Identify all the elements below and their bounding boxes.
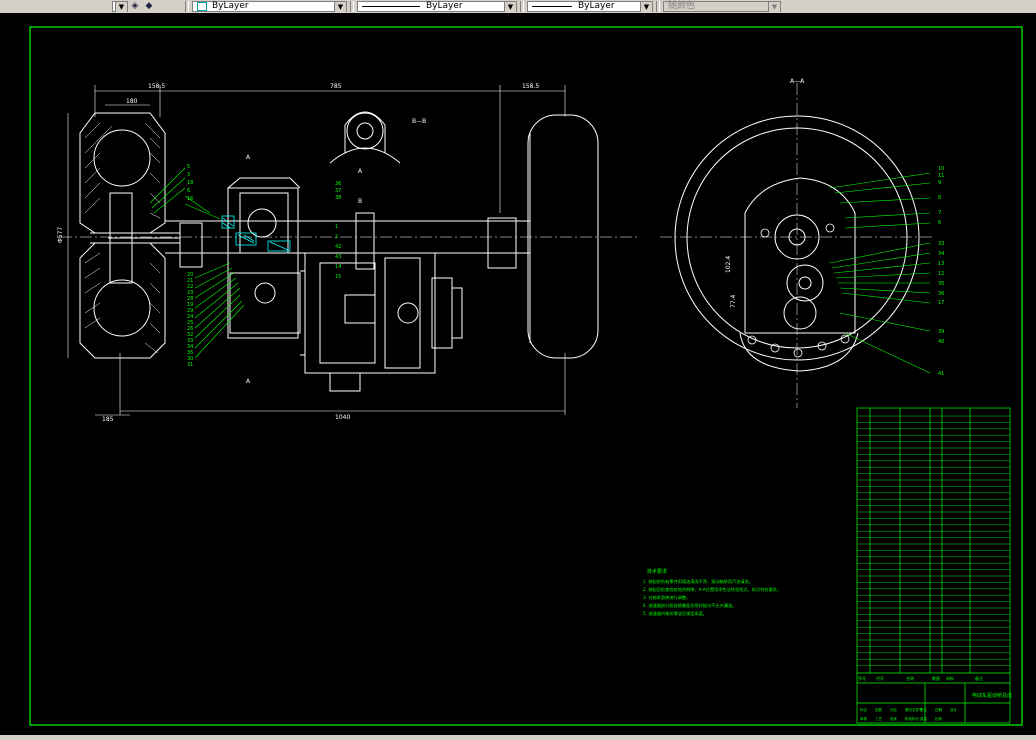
title-block-label: 工艺 (875, 716, 883, 721)
chevron-down-icon: ▼ (334, 1, 346, 12)
part-balloon: 3 (187, 172, 190, 178)
dim-right-wheel-width: 158.5 (522, 83, 539, 90)
title-block-label: 审核 (860, 716, 868, 721)
part-balloon: 35 (938, 281, 944, 287)
lineweight-dropdown[interactable]: ByLayer ▼ (527, 0, 653, 12)
note-line: 3. 对轴承游隙进行调整。 (643, 594, 690, 601)
note-line: 2. 装配后检查齿轮啮合侧隙，A-A位置用涂色法检验斑点，斑点符合要求。 (643, 586, 781, 593)
part-balloon: 17 (938, 300, 944, 306)
layer-manager-icon[interactable]: ◈ (128, 1, 142, 12)
title-block-label: 处数 (875, 707, 883, 712)
part-balloon: 36 (938, 291, 944, 297)
toolbar-left-cluster: ▼ ◈ ◆ (112, 0, 156, 12)
title-block-label: 阶段标记 (905, 716, 919, 721)
title-block-label: 设计 (950, 707, 958, 712)
part-balloon: 41 (938, 371, 944, 377)
note-line: 1. 装配前所有零件用煤油清洗干净，滚动轴承用汽油清洗。 (643, 578, 753, 585)
part-balloon: 2 (335, 234, 338, 240)
layer-previous-icon[interactable]: ◆ (142, 1, 156, 12)
properties-toolbar: ▼ ◈ ◆ ByLayer ▼ ByLayer ▼ ByLayer ▼ 随颜色 … (0, 0, 1036, 14)
plotstyle-dropdown-value: 随颜色 (668, 1, 696, 11)
toolbar-separator (350, 0, 354, 12)
label-view-bb: B—B (412, 118, 426, 125)
part-balloon: 10 (938, 166, 944, 172)
linetype-dropdown[interactable]: ByLayer ▼ (357, 0, 517, 12)
part-balloon: 6 (938, 220, 941, 226)
dim-total-width: 1040 (335, 414, 350, 421)
part-balloon: 9 (938, 180, 941, 186)
table-header-cell: 材料 (946, 675, 954, 681)
toolbar-separator (520, 0, 524, 12)
part-balloon: 13 (938, 261, 944, 267)
part-balloon: 7 (938, 210, 941, 216)
part-balloon: 15 (335, 274, 341, 280)
dim-axle-span: 785 (330, 83, 342, 90)
part-balloon: 18 (187, 180, 193, 186)
title-block-label: 标记 (860, 707, 868, 712)
part-balloon: 33 (938, 241, 944, 247)
dim-inner-width: 180 (126, 98, 138, 105)
chevron-down-icon: ▼ (640, 1, 652, 12)
title-block-label: 签名 (920, 707, 927, 712)
part-balloon: 38 (335, 195, 341, 201)
part-balloon: 6 (187, 188, 190, 194)
notes-title: 技术要求 (647, 568, 667, 575)
label-mark-b: B (358, 198, 362, 205)
linetype-sample-icon (362, 5, 420, 7)
color-swatch-icon (197, 1, 207, 11)
title-block-label: 比例 (935, 716, 943, 721)
title-block-label: 分区 (890, 707, 898, 712)
part-balloon: 14 (335, 264, 341, 270)
label-view-aa: A—A (790, 78, 805, 85)
color-dropdown[interactable]: ByLayer ▼ (192, 0, 347, 12)
part-balloon: 39 (938, 329, 944, 335)
part-balloon: 36 (335, 181, 341, 187)
table-header-cell: 序号 (858, 675, 866, 681)
part-balloon: 43 (335, 254, 341, 260)
part-balloon: 1 (335, 224, 338, 230)
part-balloon: 31 (187, 362, 193, 368)
dim-section-1: 102.4 (725, 256, 732, 273)
part-balloon: 16 (187, 196, 193, 202)
title-block-label: 日期 (935, 707, 943, 712)
toolbar-separator (185, 0, 189, 12)
dim-wheel-diameter: Φ577 (57, 227, 64, 243)
dim-left-wheel-width: 158.5 (148, 83, 165, 90)
table-header-cell: 代号 (876, 675, 884, 681)
toolbar-properties-cluster: ByLayer ▼ ByLayer ▼ ByLayer ▼ 随颜色 ▼ (182, 0, 781, 12)
table-header-cell: 名称 (906, 675, 914, 681)
dim-left-offset: 185 (102, 416, 114, 423)
plotstyle-dropdown[interactable]: 随颜色 ▼ (663, 0, 781, 12)
part-balloon: 12 (938, 271, 944, 277)
status-strip (0, 735, 1036, 740)
title-block-label: 批准 (890, 716, 898, 721)
linetype-dropdown-value: ByLayer (426, 1, 463, 11)
lineweight-dropdown-value: ByLayer (578, 1, 615, 11)
part-balloon: 34 (938, 251, 944, 257)
part-balloon: 11 (938, 173, 944, 179)
chevron-down-icon: ▼ (115, 1, 127, 12)
part-balloon: 5 (187, 164, 190, 170)
note-line: 5. 减速器内装润滑油至规定高度。 (643, 610, 707, 617)
drawing-canvas[interactable]: Φ577 B—B A A A B 158.5 785 158.5 180 104… (0, 13, 1036, 735)
chevron-down-icon: ▼ (504, 1, 516, 12)
dim-section-2: 77.4 (730, 294, 737, 308)
toolbar-separator (656, 0, 660, 12)
part-balloon: 42 (335, 244, 341, 250)
part-balloon: 37 (335, 188, 341, 194)
layer-state-arrow[interactable]: ▼ (112, 0, 128, 12)
chevron-down-icon: ▼ (768, 1, 780, 12)
note-line: 4. 减速器剖分面各接触面及密封处均不允许漏油。 (643, 602, 736, 609)
table-header-cell: 数量 (932, 675, 940, 681)
title-block-label: 重量 (920, 716, 928, 721)
part-balloon: 8 (938, 195, 941, 201)
drawing-name: 电动车驱动桥总成 (972, 692, 1012, 699)
color-dropdown-value: ByLayer (212, 1, 249, 11)
table-header-cell: 备注 (975, 675, 983, 681)
lineweight-sample-icon (532, 5, 572, 7)
part-balloon: 40 (938, 339, 944, 345)
